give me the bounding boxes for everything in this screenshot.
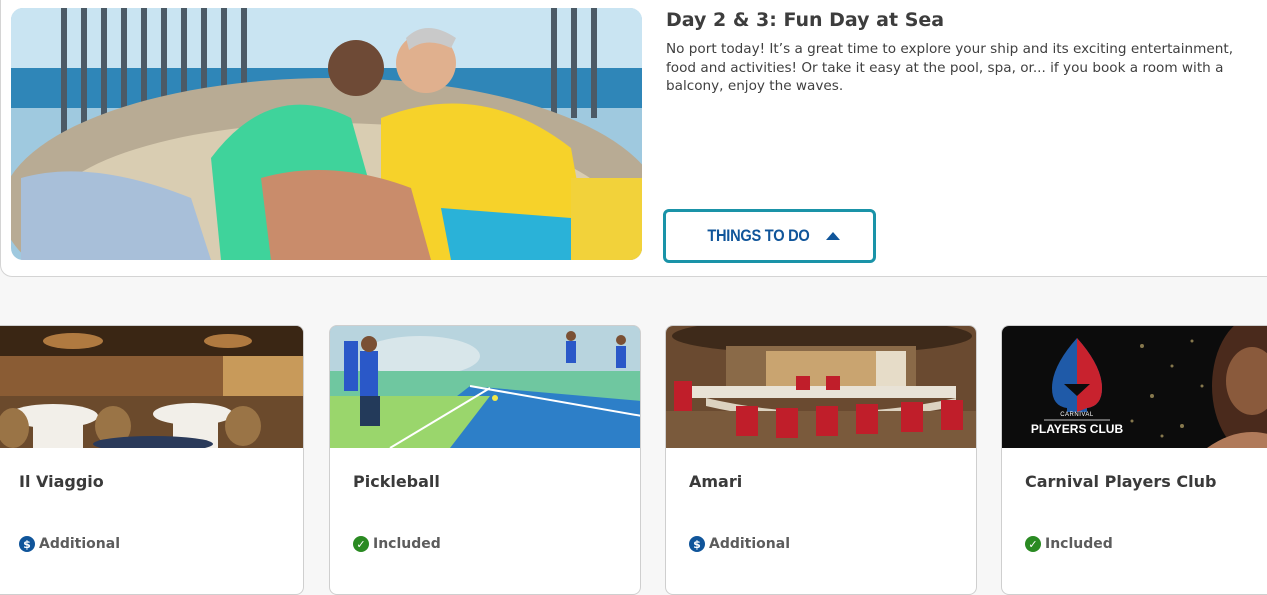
day-hero-image [11, 8, 642, 260]
pickleball-image [330, 326, 640, 448]
activity-title: Amari [689, 472, 743, 491]
players-club-logo-text: CARNIVAL PLAYERS CLUB [1022, 412, 1132, 436]
status-label: Included [1045, 536, 1113, 552]
day-title: Day 2 & 3: Fun Day at Sea [666, 9, 945, 31]
logo-players-club-text: PLAYERS CLUB [1030, 422, 1124, 436]
dollar-icon: $ [19, 536, 35, 552]
status-badge: $ Additional [19, 536, 120, 552]
logo-carnival-text: CARNIVAL [1060, 412, 1094, 418]
il-viaggio-image [0, 326, 303, 448]
amari-image [666, 326, 976, 448]
activity-card-pickleball[interactable]: Pickleball ✓ Included [329, 325, 641, 595]
activity-title: Pickleball [353, 472, 440, 491]
check-icon: ✓ [1025, 536, 1041, 552]
caret-up-icon [826, 232, 841, 240]
activity-card-carnival-players-club[interactable]: CARNIVAL PLAYERS CLUB Carnival Players C… [1001, 325, 1267, 595]
day-card: Day 2 & 3: Fun Day at Sea No port today!… [0, 0, 1267, 277]
things-to-do-button[interactable]: THINGS TO DO [663, 209, 876, 263]
status-badge: ✓ Included [1025, 536, 1113, 552]
activity-card-amari[interactable]: Amari $ Additional [665, 325, 977, 595]
check-icon: ✓ [353, 536, 369, 552]
dollar-icon: $ [689, 536, 705, 552]
status-badge: ✓ Included [353, 536, 441, 552]
players-club-image: CARNIVAL PLAYERS CLUB [1002, 326, 1267, 448]
things-to-do-label: THINGS TO DO [706, 226, 810, 245]
status-label: Included [373, 536, 441, 552]
status-label: Additional [709, 536, 790, 552]
activity-card-il-viaggio[interactable]: Il Viaggio $ Additional [0, 325, 304, 595]
day-description: No port today! It’s a great time to expl… [666, 41, 1234, 94]
status-label: Additional [39, 536, 120, 552]
activity-title: Il Viaggio [19, 472, 104, 491]
activity-title: Carnival Players Club [1025, 472, 1217, 491]
status-badge: $ Additional [689, 536, 790, 552]
